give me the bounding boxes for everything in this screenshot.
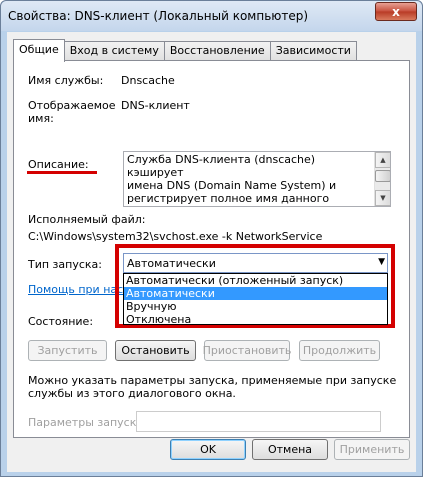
tab-recovery[interactable]: Восстановление bbox=[163, 41, 271, 61]
exe-path-value[interactable]: C:\Windows\system32\svchost.exe -k Netwo… bbox=[28, 230, 322, 243]
description-scrollbar[interactable]: ▲ ▼ bbox=[374, 152, 390, 206]
description-textbox[interactable]: Служба DNS-клиента (dnscache) кэширует и… bbox=[123, 151, 391, 207]
startup-params-hint: Можно указать параметры запуска, применя… bbox=[28, 374, 397, 400]
option-auto-delayed[interactable]: Автоматически (отложенный запуск) bbox=[124, 274, 387, 287]
startup-type-label: Тип запуска: bbox=[28, 258, 102, 271]
scroll-thumb[interactable] bbox=[375, 170, 390, 182]
tab-general[interactable]: Общие bbox=[13, 39, 65, 62]
startup-params-label: Параметры запуска: bbox=[28, 416, 147, 429]
display-name-value[interactable]: DNS-клиент bbox=[121, 99, 190, 112]
startup-type-selected: Автоматически bbox=[127, 257, 216, 270]
option-manual[interactable]: Вручную bbox=[124, 300, 387, 313]
startup-type-dropdown: Автоматически (отложенный запуск) Автома… bbox=[123, 273, 388, 326]
tab-logon[interactable]: Вход в систему bbox=[63, 41, 165, 61]
tab-dependencies[interactable]: Зависимости bbox=[269, 41, 357, 61]
stop-button[interactable]: Остановить bbox=[115, 340, 196, 361]
general-tab-panel: Имя службы: Dnscache Отображаемое имя: D… bbox=[13, 60, 410, 438]
window-title: Свойства: DNS-клиент (Локальный компьюте… bbox=[8, 9, 309, 23]
exe-label: Исполняемый файл: bbox=[28, 213, 146, 226]
title-bar[interactable]: Свойства: DNS-клиент (Локальный компьюте… bbox=[1, 1, 422, 31]
scroll-down-icon[interactable]: ▼ bbox=[375, 190, 390, 206]
properties-window: Свойства: DNS-клиент (Локальный компьюте… bbox=[0, 0, 423, 477]
startup-params-input[interactable] bbox=[136, 411, 381, 432]
display-name-label: Отображаемое имя: bbox=[28, 99, 116, 125]
chevron-down-icon[interactable]: ▼ bbox=[378, 257, 385, 267]
resume-button[interactable]: Продолжить bbox=[299, 340, 380, 361]
service-name-label: Имя службы: bbox=[28, 74, 104, 87]
description-text: Служба DNS-клиента (dnscache) кэширует и… bbox=[127, 153, 337, 206]
start-button[interactable]: Запустить bbox=[28, 340, 107, 361]
help-link[interactable]: Помощь при нас bbox=[28, 283, 123, 296]
option-auto[interactable]: Автоматически bbox=[124, 287, 387, 300]
option-disabled[interactable]: Отключена bbox=[124, 313, 387, 326]
highlight-underline bbox=[27, 171, 97, 174]
dialog-client-area: Общие Вход в систему Восстановление Зави… bbox=[7, 32, 416, 472]
close-button[interactable]: x bbox=[375, 2, 417, 21]
service-name-value[interactable]: Dnscache bbox=[121, 74, 175, 87]
close-icon: x bbox=[392, 4, 400, 19]
state-label: Состояние: bbox=[28, 315, 94, 328]
startup-type-select[interactable]: Автоматически ▼ bbox=[123, 253, 388, 273]
tab-strip: Общие Вход в систему Восстановление Зави… bbox=[13, 39, 357, 62]
description-label: Описание: bbox=[28, 158, 89, 171]
ok-button[interactable]: OK bbox=[170, 439, 246, 460]
cancel-button[interactable]: Отмена bbox=[252, 439, 328, 460]
apply-button[interactable]: Применить bbox=[334, 439, 410, 460]
pause-button[interactable]: Приостановить bbox=[203, 340, 291, 361]
scroll-up-icon[interactable]: ▲ bbox=[375, 152, 390, 168]
